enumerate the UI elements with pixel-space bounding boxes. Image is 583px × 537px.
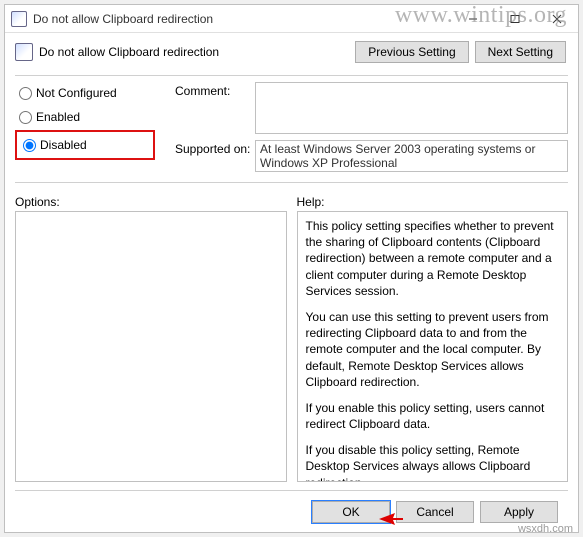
radio-disabled-label: Disabled xyxy=(40,138,87,152)
previous-setting-button[interactable]: Previous Setting xyxy=(355,41,468,63)
comment-row: Comment: xyxy=(175,82,568,134)
policy-icon xyxy=(15,43,33,61)
apply-button[interactable]: Apply xyxy=(480,501,558,523)
radio-enabled[interactable]: Enabled xyxy=(15,106,165,128)
help-text: If you enable this policy setting, users… xyxy=(306,400,560,432)
window-buttons xyxy=(452,5,578,33)
state-radios: Not Configured Enabled Disabled xyxy=(15,82,165,178)
radio-disabled-input[interactable] xyxy=(23,139,36,152)
help-text: This policy setting specifies whether to… xyxy=(306,218,560,299)
titlebar: Do not allow Clipboard redirection xyxy=(5,5,578,33)
help-column: Help: This policy setting specifies whet… xyxy=(297,195,569,482)
window-title: Do not allow Clipboard redirection xyxy=(33,12,452,26)
policy-title: Do not allow Clipboard redirection xyxy=(39,45,355,59)
ok-button[interactable]: OK xyxy=(312,501,390,523)
app-icon xyxy=(11,11,27,27)
help-text: If you disable this policy setting, Remo… xyxy=(306,442,560,482)
radio-not-configured[interactable]: Not Configured xyxy=(15,82,165,104)
close-button[interactable] xyxy=(536,5,578,33)
radio-not-configured-label: Not Configured xyxy=(36,86,117,100)
help-panel[interactable]: This policy setting specifies whether to… xyxy=(297,211,569,482)
divider-2 xyxy=(15,182,568,183)
radio-disabled[interactable]: Disabled xyxy=(19,134,151,156)
supported-label: Supported on: xyxy=(175,140,255,156)
supported-value: At least Windows Server 2003 operating s… xyxy=(255,140,568,172)
comment-input[interactable] xyxy=(255,82,568,134)
divider xyxy=(15,75,568,76)
radio-enabled-input[interactable] xyxy=(19,111,32,124)
options-panel xyxy=(15,211,287,482)
supported-row: Supported on: At least Windows Server 20… xyxy=(175,140,568,172)
options-column: Options: xyxy=(15,195,287,482)
dialog-content: Do not allow Clipboard redirection Previ… xyxy=(5,33,578,532)
header-row: Do not allow Clipboard redirection Previ… xyxy=(15,41,568,63)
footer: OK Cancel Apply xyxy=(15,490,568,532)
lower-section: Options: Help: This policy setting speci… xyxy=(15,195,568,482)
options-label: Options: xyxy=(15,195,287,209)
next-setting-button[interactable]: Next Setting xyxy=(475,41,566,63)
radio-enabled-label: Enabled xyxy=(36,110,80,124)
comment-label: Comment: xyxy=(175,82,255,98)
help-text: You can use this setting to prevent user… xyxy=(306,309,560,390)
maximize-button[interactable] xyxy=(494,5,536,33)
highlight-box-disabled: Disabled xyxy=(15,130,155,160)
dialog-window: Do not allow Clipboard redirection Do no… xyxy=(4,4,579,533)
mid-section: Not Configured Enabled Disabled Comment: xyxy=(15,82,568,178)
radio-not-configured-input[interactable] xyxy=(19,87,32,100)
nav-buttons: Previous Setting Next Setting xyxy=(355,41,566,63)
help-label: Help: xyxy=(297,195,569,209)
fields-area: Comment: Supported on: At least Windows … xyxy=(175,82,568,178)
cancel-button[interactable]: Cancel xyxy=(396,501,474,523)
minimize-button[interactable] xyxy=(452,5,494,33)
